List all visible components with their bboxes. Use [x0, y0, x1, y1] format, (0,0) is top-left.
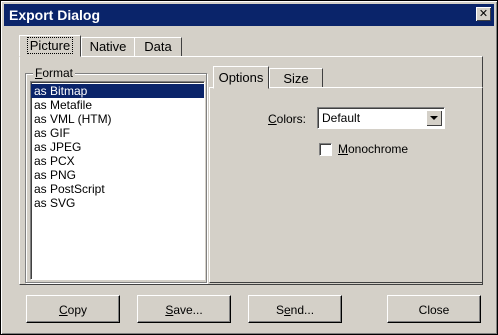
tab-size[interactable]: Size: [269, 68, 323, 88]
list-item-postscript[interactable]: as PostScript: [31, 182, 204, 196]
list-item-vml[interactable]: as VML (HTM): [31, 112, 204, 126]
tab-native[interactable]: Native: [81, 37, 135, 56]
tab-picture[interactable]: Picture: [19, 35, 81, 57]
colors-select[interactable]: Default: [317, 107, 445, 129]
monochrome-checkbox[interactable]: [319, 143, 332, 156]
tab-data[interactable]: Data: [134, 37, 182, 56]
list-item-gif[interactable]: as GIF: [31, 126, 204, 140]
save-button[interactable]: Save...: [137, 295, 231, 323]
list-item-jpeg[interactable]: as JPEG: [31, 140, 204, 154]
monochrome-label[interactable]: Monochrome: [338, 142, 408, 156]
tab-size-label: Size: [283, 71, 309, 86]
tab-options-label: Options: [218, 70, 264, 85]
colors-label: Colors:: [268, 112, 307, 126]
send-button[interactable]: Send...: [248, 295, 342, 323]
export-dialog-window: Export Dialog ✕ Picture Native Data Form…: [0, 0, 498, 335]
copy-button[interactable]: Copy: [26, 295, 120, 323]
chevron-down-icon[interactable]: [426, 110, 442, 126]
format-listbox[interactable]: as Bitmap as Metafile as VML (HTM) as GI…: [30, 81, 205, 280]
list-item-bitmap[interactable]: as Bitmap: [31, 84, 204, 98]
tab-native-label: Native: [89, 39, 127, 54]
close-icon[interactable]: ✕: [476, 7, 491, 21]
window-title: Export Dialog: [9, 7, 101, 23]
tab-options[interactable]: Options: [213, 66, 269, 89]
list-item-pcx[interactable]: as PCX: [31, 154, 204, 168]
tab-picture-label: Picture: [26, 37, 74, 54]
colors-select-value: Default: [322, 111, 361, 125]
tab-data-label: Data: [144, 39, 172, 54]
list-item-metafile[interactable]: as Metafile: [31, 98, 204, 112]
title-bar: Export Dialog ✕: [4, 4, 494, 26]
list-item-svg[interactable]: as SVG: [31, 196, 204, 210]
format-group-label: Format: [33, 66, 76, 80]
list-item-png[interactable]: as PNG: [31, 168, 204, 182]
close-button[interactable]: Close: [387, 295, 481, 323]
